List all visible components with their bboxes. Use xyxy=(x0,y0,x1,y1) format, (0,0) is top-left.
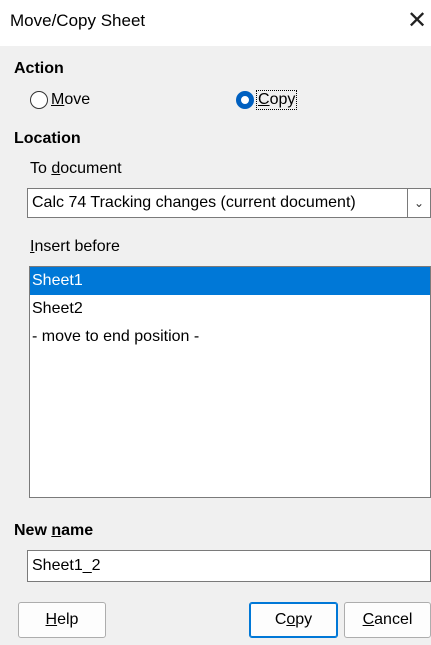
cancel-label-rest: ancel xyxy=(374,611,413,628)
copy-radio-option[interactable]: Copy xyxy=(236,87,298,113)
new-name-mnemonic: n xyxy=(51,522,62,539)
copy-button-mnemonic: o xyxy=(286,611,296,628)
to-document-label-rest: ocument xyxy=(60,160,122,177)
new-name-label: New name xyxy=(14,522,93,540)
new-name-value: Sheet1_2 xyxy=(32,557,101,574)
cancel-mnemonic: C xyxy=(362,611,375,628)
copy-label-rest: opy xyxy=(269,91,296,108)
document-select-value: Calc 74 Tracking changes (current docume… xyxy=(32,194,356,211)
help-button[interactable]: Help xyxy=(18,602,106,638)
action-heading: Action xyxy=(14,60,64,77)
copy-button-rest: py xyxy=(295,611,313,628)
move-radio-option[interactable]: Move xyxy=(30,87,90,113)
dialog-title: Move/Copy Sheet xyxy=(10,11,146,30)
copy-button-prefix: C xyxy=(274,611,287,628)
new-name-label-prefix: New xyxy=(14,522,52,539)
copy-button[interactable]: Copy xyxy=(249,602,338,638)
move-radio-button[interactable] xyxy=(30,91,48,109)
close-icon[interactable]: ✕ xyxy=(405,8,429,34)
insert-before-label-rest: nsert before xyxy=(34,238,120,255)
copy-radio-button[interactable] xyxy=(236,91,254,109)
new-name-field[interactable]: Sheet1_2 xyxy=(27,550,431,582)
dialog-titlebar: Move/Copy Sheet ✕ xyxy=(0,0,431,46)
move-label-rest: ove xyxy=(64,91,91,108)
help-label-rest: elp xyxy=(57,611,79,628)
list-item[interactable]: Sheet1 xyxy=(30,267,430,295)
document-select[interactable]: Calc 74 Tracking changes (current docume… xyxy=(27,188,431,218)
to-document-label: To document xyxy=(30,160,122,178)
help-mnemonic: H xyxy=(45,611,58,628)
copy-radio-label[interactable]: Copy xyxy=(255,90,298,110)
list-item[interactable]: Sheet2 xyxy=(30,295,430,323)
move-radio-label[interactable]: Move xyxy=(51,91,90,109)
insert-before-label: Insert before xyxy=(30,238,120,256)
new-name-label-rest: ame xyxy=(61,522,94,539)
to-document-label-prefix: To xyxy=(30,160,52,177)
move-mnemonic: M xyxy=(51,91,65,108)
chevron-down-icon[interactable]: ⌄ xyxy=(407,189,430,217)
insert-before-list[interactable]: Sheet1 Sheet2 - move to end position - xyxy=(29,266,431,498)
cancel-button[interactable]: Cancel xyxy=(344,602,431,638)
location-heading: Location xyxy=(14,130,81,147)
to-document-mnemonic: d xyxy=(51,160,61,177)
copy-mnemonic: C xyxy=(258,91,270,108)
list-item[interactable]: - move to end position - xyxy=(30,323,430,351)
